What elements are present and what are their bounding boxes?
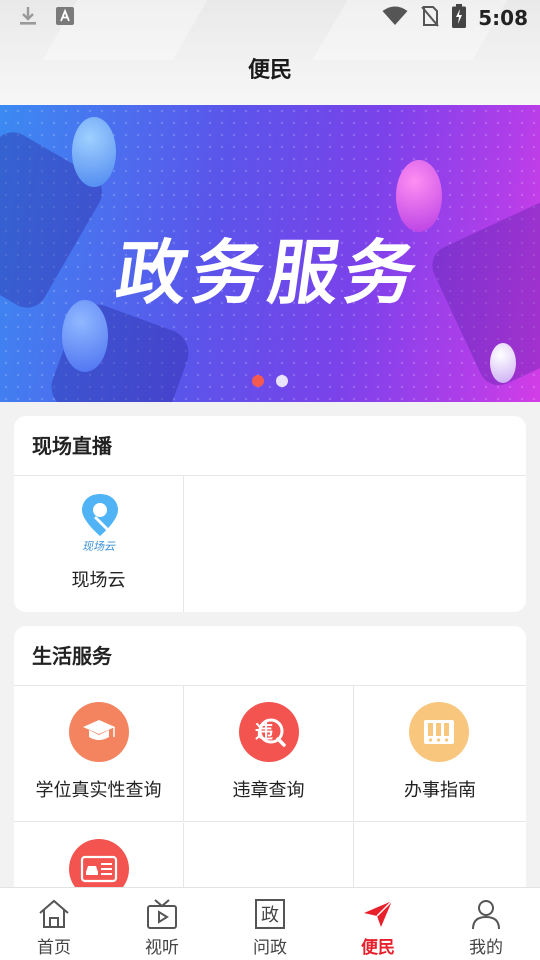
banner-carousel[interactable]: 政务服务: [0, 105, 540, 402]
nav-item-mine[interactable]: 我的: [432, 888, 540, 960]
download-icon: [18, 5, 38, 31]
nav-item-home[interactable]: 首页: [0, 888, 108, 960]
nav-label: 首页: [37, 938, 71, 958]
banner-bubble: [72, 117, 116, 187]
battery-charging-icon: [452, 4, 467, 32]
nav-label: 便民: [361, 938, 395, 958]
service-item-xianchangyun[interactable]: 现场云 现场云: [14, 476, 184, 612]
service-item-label: 办事指南: [404, 780, 476, 801]
tv-icon: [145, 897, 179, 931]
violation-search-icon: 违: [239, 702, 299, 762]
nav-item-media[interactable]: 视听: [108, 888, 216, 960]
nav-label: 我的: [469, 938, 503, 958]
zheng-box-glyph: 政: [255, 899, 285, 929]
paper-plane-icon: [361, 897, 395, 931]
life-section-card: 生活服务 学位真实性查询 违 违章查询 办事指南: [14, 626, 526, 926]
nav-item-politics[interactable]: 政 问政: [216, 888, 324, 960]
nav-label: 视听: [145, 938, 179, 958]
status-time: 5:08: [478, 6, 528, 30]
status-bar: 5:08: [0, 0, 540, 36]
service-item-violation-query[interactable]: 违 违章查询: [184, 686, 354, 822]
zheng-box-icon: 政: [253, 897, 287, 931]
page-title: 便民: [247, 58, 292, 83]
xianchangyun-logo-text: 现场云: [82, 540, 115, 553]
live-section-title: 现场直播: [14, 416, 526, 476]
home-icon: [37, 897, 71, 931]
life-section-title: 生活服务: [14, 626, 526, 686]
nav-label: 问政: [253, 938, 287, 958]
text-a-icon: [56, 7, 74, 29]
guide-binders-icon: [409, 702, 469, 762]
wifi-icon: [382, 6, 408, 30]
banner-bubble: [490, 343, 516, 383]
service-item-degree-verify[interactable]: 学位真实性查询: [14, 686, 184, 822]
user-icon: [469, 897, 503, 931]
live-section-card: 现场直播 现场云 现场云: [14, 416, 526, 612]
bottom-nav: 首页 视听 政 问政 便民 我的: [0, 887, 540, 960]
service-item-label: 学位真实性查询: [35, 780, 162, 801]
service-item-label: 违章查询: [232, 780, 305, 801]
banner-indicator-active[interactable]: [252, 375, 264, 387]
banner-indicator[interactable]: [276, 375, 288, 387]
banner-title: 政务服务: [111, 232, 427, 314]
service-item-label: 现场云: [71, 570, 126, 591]
app-header: 5:08 便民: [0, 0, 540, 105]
nav-item-convenience[interactable]: 便民: [324, 888, 432, 960]
no-sim-icon: [420, 5, 440, 31]
graduation-cap-icon: [69, 702, 129, 762]
service-item-guide[interactable]: 办事指南: [354, 686, 526, 822]
